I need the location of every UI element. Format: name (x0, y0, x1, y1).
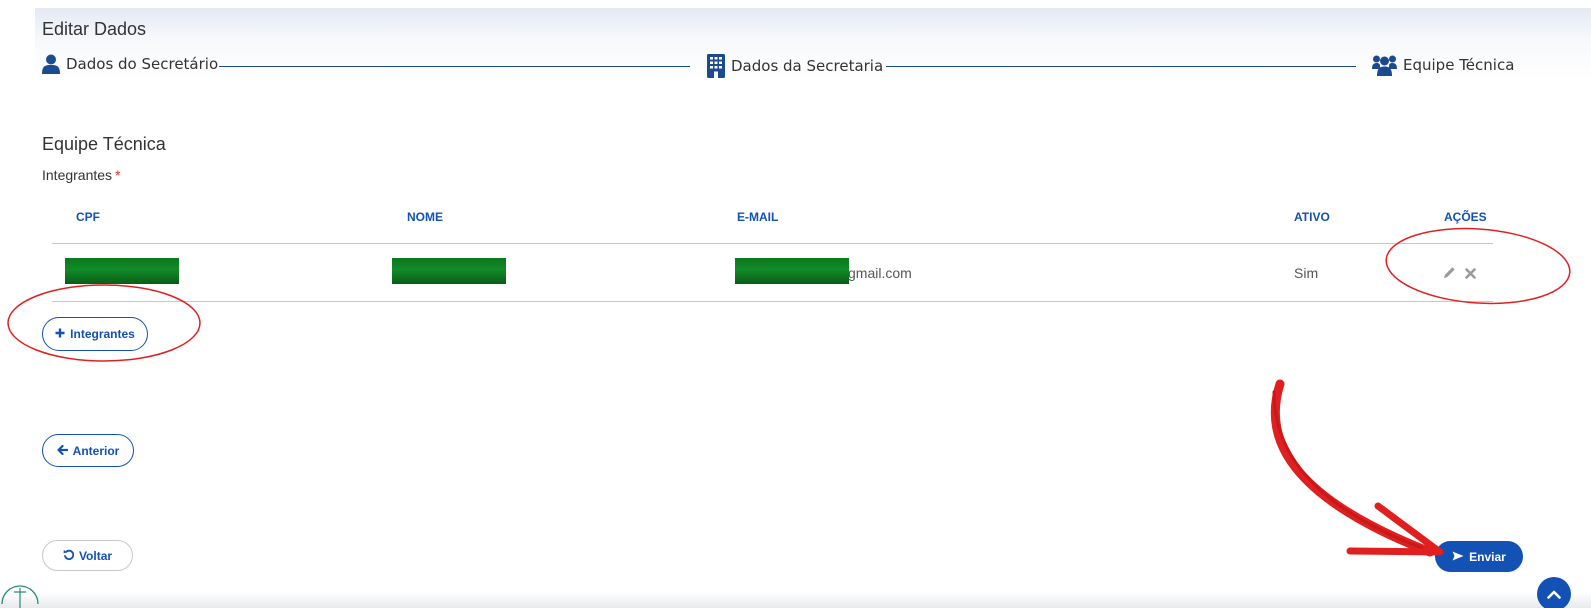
step-dados-secretaria[interactable]: Dados da Secretaria (707, 54, 883, 78)
column-header-ativo: ATIVO (1294, 210, 1330, 224)
annotation-circle-actions (1385, 227, 1571, 305)
field-label-integrantes: Integrantes * (42, 167, 121, 183)
enviar-label: Enviar (1469, 549, 1506, 564)
redacted-email (735, 258, 849, 284)
table-header-divider (52, 243, 1493, 244)
step-label: Dados da Secretaria (731, 57, 884, 75)
plus-icon (55, 327, 65, 341)
column-header-acoes: AÇÕES (1444, 210, 1487, 224)
user-icon (42, 54, 60, 74)
page-title: Editar Dados (42, 19, 147, 39)
ativo-cell: Sim (1294, 265, 1319, 281)
redacted-nome (392, 258, 506, 284)
anterior-button[interactable]: Anterior (42, 434, 134, 467)
step-connector (886, 66, 1356, 67)
section-title: Equipe Técnica (42, 134, 166, 154)
email-cell: gmail.com (848, 265, 912, 281)
bottom-band (0, 592, 1591, 608)
redacted-cpf (65, 258, 179, 284)
users-icon (1372, 54, 1397, 76)
pencil-icon[interactable] (1443, 266, 1456, 284)
column-header-cpf: CPF (76, 210, 100, 224)
add-integrantes-button[interactable]: Integrantes (42, 317, 148, 351)
add-integrantes-label: Integrantes (70, 327, 135, 341)
table-row-divider (52, 301, 1493, 302)
step-label: Dados do Secretário (66, 55, 219, 73)
step-dados-secretario[interactable]: Dados do Secretário (42, 54, 218, 74)
field-label-text: Integrantes (42, 167, 113, 183)
anterior-label: Anterior (72, 443, 120, 458)
step-equipe-tecnica[interactable]: Equipe Técnica (1372, 54, 1514, 76)
column-header-email: E-MAIL (737, 210, 779, 224)
send-icon (1452, 550, 1464, 564)
enviar-button[interactable]: Enviar (1435, 541, 1523, 572)
scroll-to-top-button[interactable] (1537, 577, 1571, 608)
close-icon[interactable] (1465, 266, 1476, 284)
column-header-nome: NOME (407, 210, 443, 224)
logo-icon (0, 584, 40, 608)
arrow-left-icon (57, 444, 69, 458)
building-icon (707, 54, 725, 78)
red-annotation-overlay (7, 227, 1571, 557)
annotation-arrow (1270, 379, 1444, 557)
voltar-button[interactable]: Voltar (42, 540, 133, 571)
voltar-label: Voltar (78, 548, 113, 563)
step-label: Equipe Técnica (1403, 56, 1515, 74)
required-mark: * (115, 167, 121, 183)
undo-icon (63, 549, 75, 563)
chevron-up-icon (1547, 586, 1561, 604)
stepper: Dados do Secretário Dados da Secretaria (42, 54, 1522, 78)
step-connector (219, 66, 690, 67)
